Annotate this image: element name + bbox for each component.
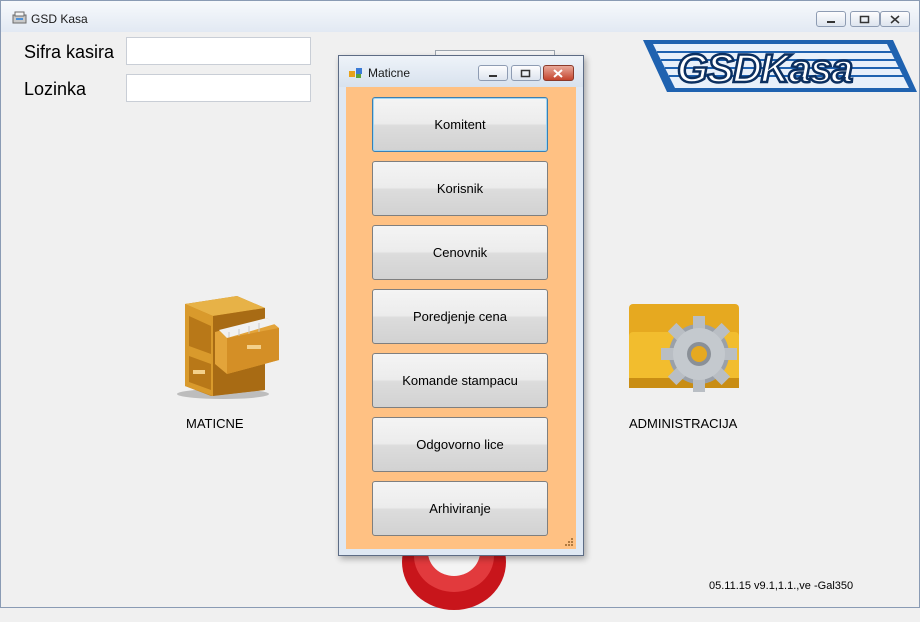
gsd-kasa-logo: GSDKasa [643, 38, 917, 94]
dialog-minimize-button[interactable] [478, 65, 508, 81]
resize-grip-icon[interactable] [563, 536, 573, 546]
title-bar[interactable]: GSD Kasa [1, 1, 919, 32]
window-title: GSD Kasa [31, 12, 88, 26]
password-input[interactable] [126, 74, 311, 102]
app-icon [12, 11, 27, 24]
hidden-module-icon[interactable] [399, 552, 509, 622]
dialog-client-area: Komitent Korisnik Cenovnik Poredjenje ce… [346, 87, 576, 549]
maticne-dialog: Maticne Komitent Korisnik Cenovnik Pored… [338, 55, 584, 556]
restore-button[interactable] [850, 11, 880, 27]
red-disc-icon [402, 552, 506, 610]
dialog-close-button[interactable] [543, 65, 574, 81]
close-icon [890, 15, 900, 24]
settings-folder-icon [629, 304, 739, 392]
dialog-title: Maticne [368, 66, 411, 80]
password-label: Lozinka [24, 79, 87, 99]
cashier-code-label: Sifra kasira [24, 42, 115, 62]
maticne-label: MATICNE [186, 416, 244, 431]
dialog-restore-button[interactable] [511, 65, 541, 81]
administracija-module-icon[interactable] [625, 300, 743, 404]
dialog-title-bar[interactable]: Maticne [339, 56, 583, 87]
form-icon [349, 68, 362, 78]
korisnik-button[interactable]: Korisnik [372, 161, 548, 216]
minimize-button[interactable] [816, 11, 846, 27]
cenovnik-button[interactable]: Cenovnik [372, 225, 548, 280]
svg-text:GSDKasa: GSDKasa [677, 47, 853, 91]
komande-stampacu-button[interactable]: Komande stampacu [372, 353, 548, 408]
minimize-icon [827, 21, 835, 23]
odgovorno-lice-button[interactable]: Odgovorno lice [372, 417, 548, 472]
version-text: 05.11.15 v9.1,1.1.,ve -Gal350 [709, 580, 854, 592]
administracija-label: ADMINISTRACIJA [629, 416, 738, 431]
minimize-icon [489, 75, 497, 77]
close-button[interactable] [880, 11, 910, 27]
poredjenje-cena-button[interactable]: Poredjenje cena [372, 289, 548, 344]
komitent-button[interactable]: Komitent [372, 97, 548, 152]
restore-icon [520, 69, 531, 78]
filing-cabinet-icon [177, 296, 279, 399]
restore-icon [859, 15, 870, 24]
close-icon [553, 69, 563, 78]
cashier-code-input[interactable] [126, 37, 311, 65]
arhiviranje-button[interactable]: Arhiviranje [372, 481, 548, 536]
maticne-module-icon[interactable] [167, 290, 279, 400]
